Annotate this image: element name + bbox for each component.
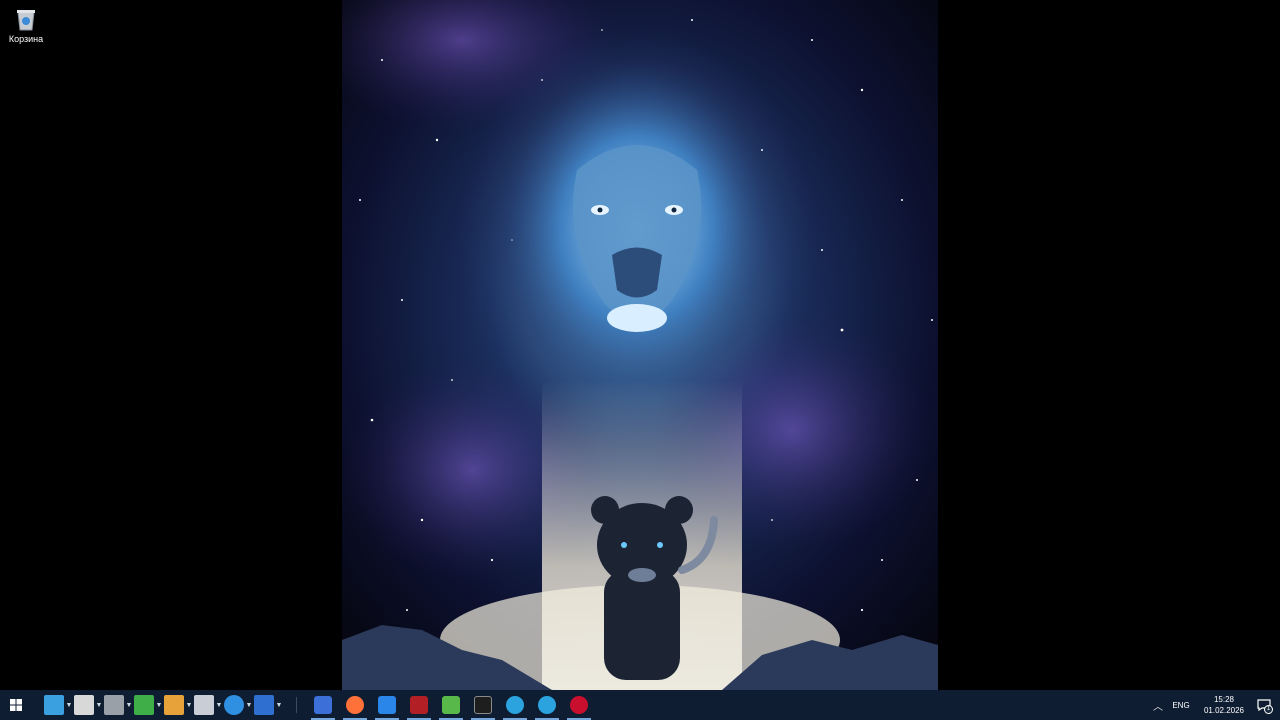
firefox-icon [346, 696, 364, 714]
quick-launch-image[interactable]: ▼ [164, 690, 194, 720]
quick-launch-network[interactable]: ▼ [44, 690, 74, 720]
red-app-icon [410, 696, 428, 714]
action-center-button[interactable]: 1 [1248, 690, 1280, 720]
taskbar-app-telegram[interactable] [499, 690, 531, 720]
quick-launch-settings[interactable]: ▼ [194, 690, 224, 720]
notepad-icon [442, 696, 460, 714]
toolbar-separator [296, 697, 297, 713]
save-icon [254, 695, 274, 715]
quick-launch-refresh[interactable]: ▼ [224, 690, 254, 720]
quick-launch-toolbar: ▼ ▼ ▼ ▼ ▼ ▼ ▼ ▼ [44, 690, 284, 720]
notification-count-badge: 1 [1264, 705, 1273, 714]
taskbar: ▼ ▼ ▼ ▼ ▼ ▼ ▼ ▼ ︿ ENG 15:28 01.02.2026 1 [0, 690, 1280, 720]
taskbar-app-terminal[interactable] [467, 690, 499, 720]
taskbar-app-usb[interactable] [371, 690, 403, 720]
refresh-icon [224, 695, 244, 715]
desktop[interactable]: Корзина [0, 0, 1280, 690]
floppy-app-icon [314, 696, 332, 714]
recycle-bin-icon [17, 10, 35, 31]
pinned-apps [307, 690, 595, 720]
clock-time: 15:28 [1213, 695, 1235, 704]
image-icon [164, 695, 184, 715]
taskbar-app-firefox[interactable] [339, 690, 371, 720]
windows-logo-icon [10, 699, 22, 711]
network-icon [44, 695, 64, 715]
dropdown-arrow-icon[interactable]: ▼ [94, 702, 104, 709]
taskbar-app-notepad[interactable] [435, 690, 467, 720]
recycle-bin-label: Корзина [8, 34, 44, 44]
dropdown-arrow-icon[interactable]: ▼ [124, 702, 134, 709]
terminal-icon [474, 696, 492, 714]
clock[interactable]: 15:28 01.02.2026 [1200, 694, 1248, 716]
dropdown-arrow-icon[interactable]: ▼ [184, 702, 194, 709]
dropdown-arrow-icon[interactable]: ▼ [214, 702, 224, 709]
quick-launch-monitor[interactable]: ▼ [134, 690, 164, 720]
show-hidden-icons-button[interactable]: ︿ [1148, 698, 1168, 713]
dropdown-arrow-icon[interactable]: ▼ [274, 702, 284, 709]
language-indicator[interactable]: ENG [1168, 701, 1194, 710]
taskbar-app-telegram-2[interactable] [531, 690, 563, 720]
taskbar-app-solidworks[interactable] [563, 690, 595, 720]
telegram-icon [506, 696, 524, 714]
dropdown-arrow-icon[interactable]: ▼ [64, 702, 74, 709]
solidworks-icon [570, 696, 588, 714]
quick-launch-save[interactable]: ▼ [254, 690, 284, 720]
display-icon [74, 695, 94, 715]
settings-icon [194, 695, 214, 715]
taskbar-app-floppy[interactable] [307, 690, 339, 720]
start-button[interactable] [0, 690, 32, 720]
quick-launch-hardware[interactable]: ▼ [104, 690, 134, 720]
wallpaper [342, 0, 938, 690]
dropdown-arrow-icon[interactable]: ▼ [154, 702, 164, 709]
dropdown-arrow-icon[interactable]: ▼ [244, 702, 254, 709]
usb-app-icon [378, 696, 396, 714]
hardware-icon [104, 695, 124, 715]
taskbar-app-red[interactable] [403, 690, 435, 720]
clock-date: 01.02.2026 [1203, 706, 1245, 715]
quick-launch-display[interactable]: ▼ [74, 690, 104, 720]
recycle-bin[interactable]: Корзина [4, 4, 48, 44]
system-tray: ︿ ENG 15:28 01.02.2026 1 [1148, 690, 1280, 720]
telegram-2-icon [538, 696, 556, 714]
monitor-icon [134, 695, 154, 715]
